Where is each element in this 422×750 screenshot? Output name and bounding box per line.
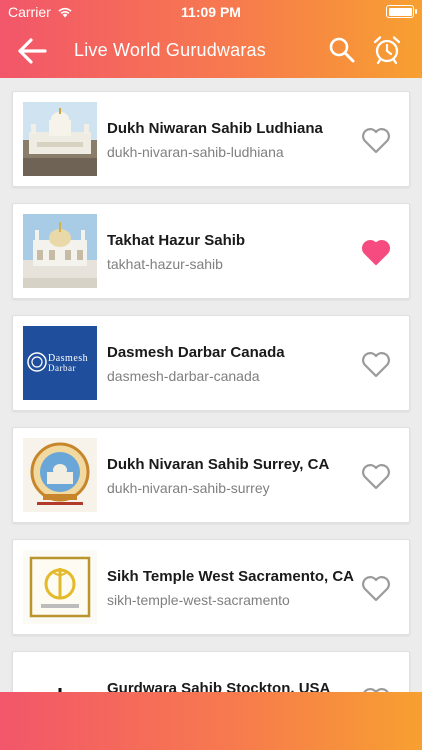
heart-icon[interactable]	[360, 574, 392, 602]
gurudwara-name: Gurdwara Sahib Stockton, USA	[107, 680, 331, 692]
nav-bar: Live World Gurudwaras	[0, 24, 422, 78]
status-bar: Carrier 11:09 PM	[0, 0, 422, 24]
battery-icon	[386, 5, 417, 18]
gurudwara-thumbnail	[23, 102, 97, 176]
gurudwara-slug: sikh-temple-west-sacramento	[107, 592, 290, 608]
list-item[interactable]: Gurdwara Sahib Stockton, USA	[12, 651, 410, 692]
gurudwara-name: Dasmesh Darbar Canada	[107, 344, 285, 361]
list-item[interactable]: Dasmesh Darbar Dasmesh Darbar Canada das…	[12, 315, 410, 411]
list-item[interactable]: Sikh Temple West Sacramento, CA sikh-tem…	[12, 539, 410, 635]
arrow-left-icon[interactable]	[16, 36, 48, 66]
search-icon[interactable]	[328, 36, 356, 64]
gurudwara-seal-logo	[23, 438, 97, 512]
list-item[interactable]: Dukh Nivaran Sahib Surrey, CA dukh-nivar…	[12, 427, 410, 523]
khanda-logo	[23, 662, 97, 692]
gurudwara-slug: dukh-nivaran-sahib-surrey	[107, 480, 270, 496]
gurudwara-slug: dasmesh-darbar-canada	[107, 368, 260, 384]
gurudwara-name: Takhat Hazur Sahib	[107, 232, 246, 249]
alarm-clock-icon[interactable]	[372, 35, 402, 65]
sikh-temple-logo	[23, 550, 97, 624]
gurudwara-name: Dukh Niwaran Sahib Ludhiana	[107, 120, 323, 137]
gurudwara-list[interactable]: Dukh Niwaran Sahib Ludhiana dukh-nivaran…	[0, 78, 422, 692]
heart-icon[interactable]	[360, 350, 392, 378]
heart-filled-icon[interactable]	[360, 238, 392, 266]
heart-icon[interactable]	[360, 126, 392, 154]
gurudwara-name: Dukh Nivaran Sahib Surrey, CA	[107, 456, 330, 473]
bottom-gradient-bar	[0, 692, 422, 750]
logo-line-2: Darbar	[48, 363, 76, 373]
list-item[interactable]: Takhat Hazur Sahib takhat-hazur-sahib	[12, 203, 410, 299]
app-header: Carrier 11:09 PM Live World Gurudwaras	[0, 0, 422, 78]
status-time: 11:09 PM	[181, 4, 241, 20]
gurudwara-slug: dukh-nivaran-sahib-ludhiana	[107, 144, 284, 160]
heart-icon[interactable]	[360, 462, 392, 490]
page-title: Live World Gurudwaras	[74, 40, 266, 60]
gurudwara-thumbnail	[23, 214, 97, 288]
gurudwara-slug: takhat-hazur-sahib	[107, 256, 223, 272]
dasmesh-darbar-logo: Dasmesh Darbar	[23, 326, 97, 400]
list-item[interactable]: Dukh Niwaran Sahib Ludhiana dukh-nivaran…	[12, 91, 410, 187]
gurudwara-name: Sikh Temple West Sacramento, CA	[107, 568, 355, 585]
